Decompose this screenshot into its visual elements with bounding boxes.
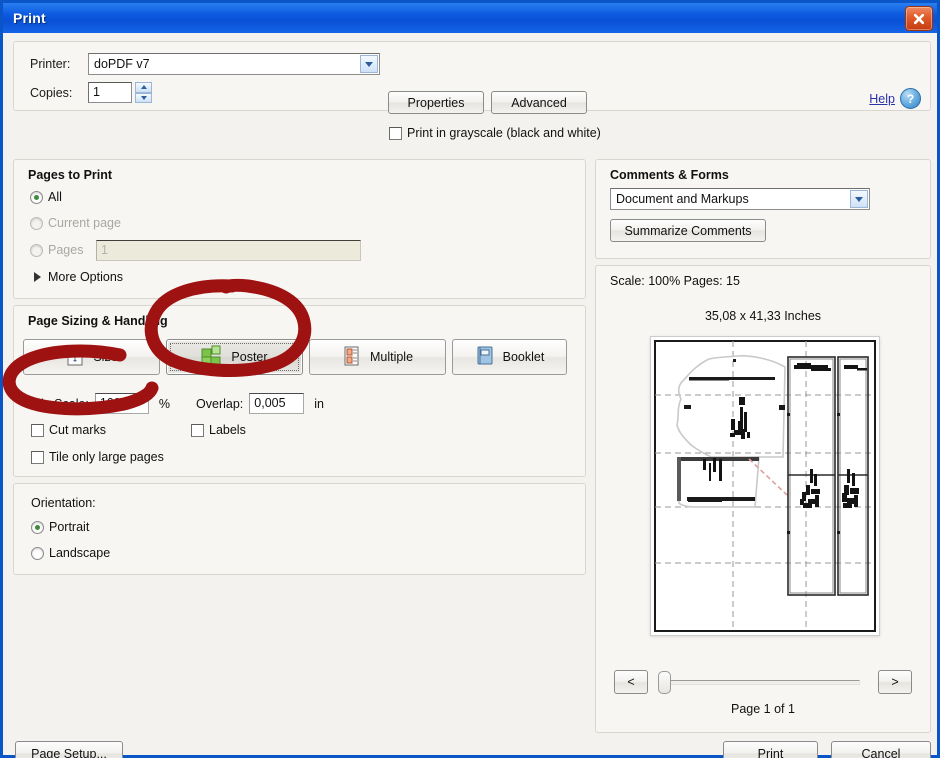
radio-dot (30, 216, 43, 230)
radio-portrait-label: Portrait (49, 520, 90, 534)
page-preview-image (650, 336, 880, 636)
print-preview-panel: Scale: 100% Pages: 15 35,08 x 41,33 Inch… (595, 265, 931, 733)
poster-tiles-icon (201, 345, 223, 369)
comments-forms-select[interactable]: Document and Markups (610, 188, 870, 210)
radio-portrait[interactable]: Portrait (31, 520, 89, 534)
help-label: Help (869, 91, 895, 106)
comments-forms-title: Comments & Forms (610, 168, 729, 182)
tile-scale-row: Tile Scale: 100 % Overlap: 0,005 in (31, 393, 324, 414)
multiple-pages-icon (342, 345, 362, 370)
previous-page-button[interactable]: < (614, 670, 648, 694)
next-page-button[interactable]: > (878, 670, 912, 694)
orientation-label: Orientation: (31, 496, 96, 510)
chevron-right-icon (34, 272, 41, 282)
radio-dot (30, 243, 43, 257)
page-indicator-text: Page 1 of 1 (731, 702, 795, 716)
overlap-unit: in (314, 396, 325, 411)
help-link[interactable]: Help ? (869, 88, 921, 109)
tile-scale-input[interactable]: 100 (94, 393, 149, 414)
advanced-button[interactable]: Advanced (491, 91, 587, 114)
booklet-button[interactable]: Booklet (452, 339, 567, 375)
stepper-up-icon[interactable] (135, 82, 152, 93)
copies-row: Copies: 1 (30, 82, 152, 103)
cancel-button[interactable]: Cancel (831, 741, 931, 758)
size-button-label: Size (93, 350, 118, 364)
tile-scale-unit: % (158, 396, 171, 411)
window-title: Print (13, 10, 46, 26)
radio-current-page[interactable]: Current page (30, 216, 121, 230)
booklet-button-label: Booklet (502, 350, 545, 364)
size-button[interactable]: Size (23, 339, 160, 375)
scale-pages-text: Scale: 100% Pages: 15 (610, 274, 740, 288)
checkbox-box (31, 450, 44, 464)
poster-button-label: Poster (231, 350, 268, 364)
size-page-icon (65, 345, 85, 370)
labels-label: Labels (209, 423, 246, 437)
pages-to-print-group: Pages to Print All Current page Pages 1 … (13, 159, 586, 299)
radio-landscape[interactable]: Landscape (31, 546, 110, 560)
cut-marks-checkbox[interactable]: Cut marks (31, 423, 106, 437)
print-button[interactable]: Print (723, 741, 818, 758)
orientation-group (13, 483, 586, 575)
radio-dot (31, 520, 44, 534)
question-mark-icon[interactable]: ? (900, 88, 921, 109)
pages-range-input[interactable]: 1 (96, 240, 361, 261)
close-icon[interactable] (905, 6, 933, 31)
print-grayscale-label: Print in grayscale (black and white) (407, 126, 601, 140)
copies-stepper[interactable] (135, 82, 152, 103)
more-options-label: More Options (48, 270, 124, 284)
properties-button[interactable]: Properties (388, 91, 484, 114)
page-slider-track[interactable] (660, 680, 860, 685)
copies-label: Copies: (30, 85, 73, 100)
radio-all-label: All (48, 190, 62, 204)
print-dialog-screenshot: Print Printer: doPDF v7 Copies: 1 Proper… (0, 0, 940, 758)
printer-label: Printer: (30, 57, 71, 71)
pages-to-print-title: Pages to Print (28, 168, 113, 182)
booklet-book-icon (475, 345, 495, 369)
print-dialog-window: Print Printer: doPDF v7 Copies: 1 Proper… (0, 0, 940, 758)
copies-input[interactable]: 1 (88, 82, 132, 103)
printer-select[interactable]: doPDF v7 (88, 53, 380, 75)
dialog-body: Printer: doPDF v7 Copies: 1 Properties A… (3, 33, 937, 758)
page-slider-thumb[interactable] (658, 671, 671, 694)
radio-pages-label: Pages (48, 243, 84, 257)
multiple-button[interactable]: Multiple (309, 339, 446, 375)
radio-landscape-label: Landscape (49, 546, 111, 560)
overlap-input[interactable]: 0,005 (249, 393, 305, 414)
labels-checkbox[interactable]: Labels (191, 423, 246, 437)
radio-all[interactable]: All (30, 190, 62, 204)
radio-dot (30, 190, 43, 204)
checkbox-box (389, 126, 402, 140)
preview-dimensions-text: 35,08 x 41,33 Inches (704, 309, 822, 323)
more-options-toggle[interactable]: More Options (34, 270, 123, 284)
multiple-button-label: Multiple (369, 350, 414, 364)
poster-button[interactable]: Poster (166, 339, 303, 375)
comments-forms-group: Comments & Forms Document and Markups Su… (595, 159, 931, 259)
page-sizing-title: Page Sizing & Handling (28, 314, 168, 328)
chevron-down-icon[interactable] (360, 55, 378, 73)
tile-only-label: Tile only large pages (49, 450, 164, 464)
comments-forms-selected-value: Document and Markups (616, 192, 749, 206)
chevron-down-icon[interactable] (850, 190, 868, 208)
tile-only-large-pages-checkbox[interactable]: Tile only large pages (31, 450, 164, 464)
radio-current-page-label: Current page (48, 216, 121, 230)
checkbox-box (191, 423, 204, 437)
page-setup-button[interactable]: Page Setup... (15, 741, 123, 758)
radio-dot (31, 546, 44, 560)
summarize-comments-button[interactable]: Summarize Comments (610, 219, 766, 242)
printer-selected-value: doPDF v7 (94, 57, 150, 71)
checkbox-box (31, 423, 44, 437)
radio-pages[interactable]: Pages (30, 243, 83, 257)
overlap-label: Overlap: (196, 396, 244, 411)
cut-marks-label: Cut marks (49, 423, 106, 437)
stepper-down-icon[interactable] (135, 92, 152, 103)
printer-row: Printer: doPDF v7 (30, 53, 380, 75)
print-grayscale-checkbox[interactable]: Print in grayscale (black and white) (389, 126, 601, 140)
title-bar: Print (3, 3, 937, 33)
tile-scale-label: Tile Scale: (31, 396, 89, 411)
